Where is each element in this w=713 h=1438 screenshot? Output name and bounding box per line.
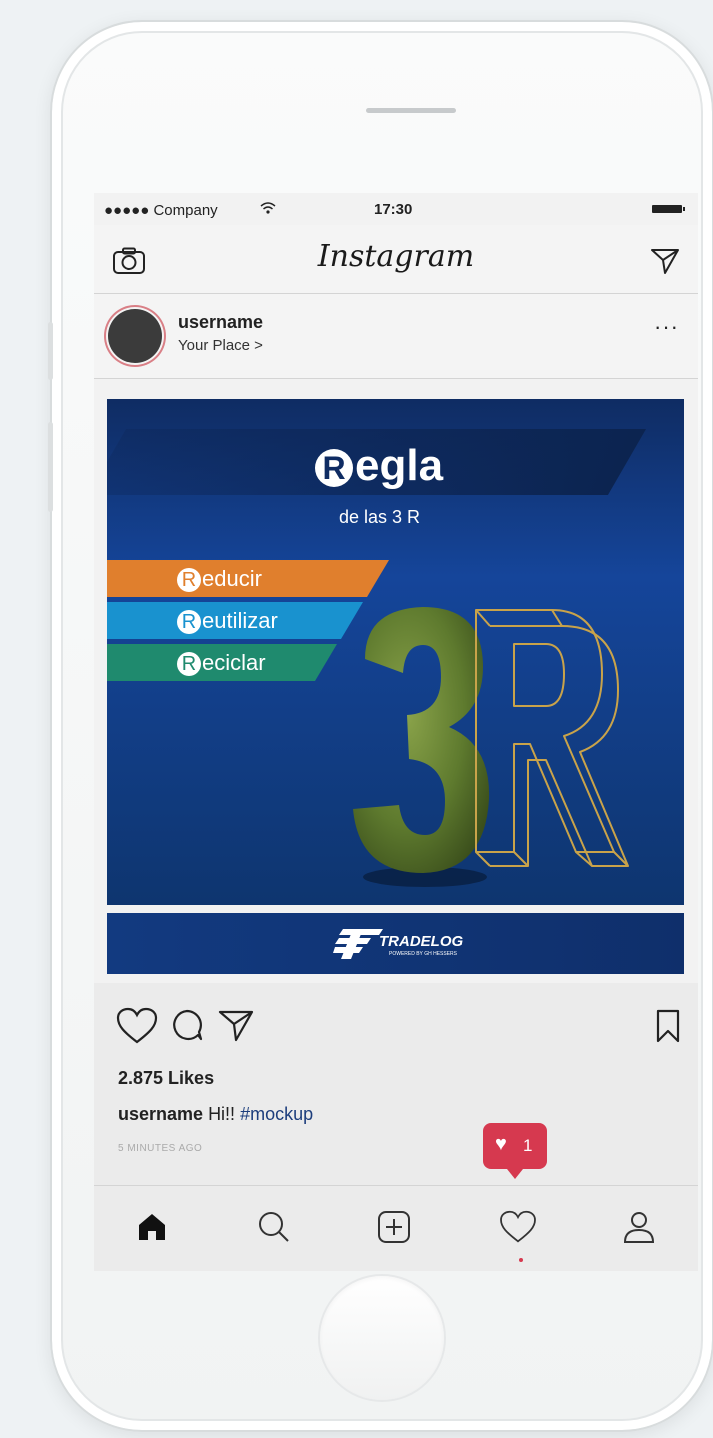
post-image[interactable]: Regla de las 3 R Reducir Reutilizar Reci… xyxy=(107,399,684,905)
clock: 17:30 xyxy=(374,201,413,218)
reutilizar-r-badge: R xyxy=(177,610,201,634)
avatar[interactable] xyxy=(108,309,162,363)
bottom-tab-bar xyxy=(94,1185,698,1271)
instagram-screen: ●●●●● Company 17:30 Instagram username Y… xyxy=(94,193,698,1271)
reducir-bar: Reducir xyxy=(107,560,389,597)
share-icon[interactable] xyxy=(218,1009,254,1043)
like-icon[interactable] xyxy=(116,1007,158,1045)
notification-badge[interactable]: ♥ 1 xyxy=(483,1123,547,1179)
reciclar-bar: Reciclar xyxy=(107,644,337,681)
reducir-label: educir xyxy=(202,566,262,591)
tradelog-logo-icon xyxy=(333,929,383,959)
caption-hashtag[interactable]: #mockup xyxy=(240,1104,313,1124)
reciclar-r-badge: R xyxy=(177,652,201,676)
caption-text: Hi!! xyxy=(208,1104,236,1124)
add-icon[interactable] xyxy=(377,1210,411,1244)
mute-switch xyxy=(48,322,53,380)
home-button[interactable] xyxy=(320,1276,444,1400)
caption-username[interactable]: username xyxy=(118,1104,203,1124)
top-nav-bar: Instagram xyxy=(94,225,698,294)
activity-dot xyxy=(519,1258,523,1262)
post-title: Regla xyxy=(315,441,443,491)
reutilizar-label: eutilizar xyxy=(202,608,278,633)
post-timestamp: 5 MINUTES AGO xyxy=(118,1143,203,1154)
home-icon[interactable] xyxy=(136,1210,168,1242)
battery-tip xyxy=(683,207,685,211)
likes-count[interactable]: 2.875 Likes xyxy=(118,1068,214,1089)
reciclar-label: eciclar xyxy=(202,650,266,675)
notification-heart-icon: ♥ xyxy=(495,1133,507,1155)
brand-band: TRADELOG POWERED BY GH HESSERS xyxy=(107,913,684,974)
comment-icon[interactable] xyxy=(170,1008,204,1042)
bookmark-icon[interactable] xyxy=(656,1009,680,1043)
activity-icon[interactable] xyxy=(499,1210,537,1244)
speaker-grille xyxy=(366,108,456,113)
reutilizar-bar: Reutilizar xyxy=(107,602,363,639)
carrier-label: ●●●●● Company xyxy=(104,202,218,219)
brand-tagline: POWERED BY GH HESSERS xyxy=(389,951,457,957)
volume-up-button xyxy=(48,422,53,512)
search-icon[interactable] xyxy=(257,1210,291,1244)
title-rest: egla xyxy=(355,441,444,490)
title-r-badge: R xyxy=(315,449,353,488)
post-actions: 2.875 Likes username Hi!! #mockup 5 MINU… xyxy=(94,983,698,1271)
post-subtitle: de las 3 R xyxy=(339,507,421,527)
wifi-icon xyxy=(260,202,276,214)
battery-icon xyxy=(652,205,682,213)
status-bar: ●●●●● Company 17:30 xyxy=(94,193,698,225)
post-location[interactable]: Your Place > xyxy=(178,337,263,354)
profile-icon[interactable] xyxy=(622,1210,656,1244)
gold-r-outline-graphic xyxy=(475,609,629,867)
brand-name: TRADELOG xyxy=(379,933,464,950)
send-icon[interactable] xyxy=(650,247,680,275)
post-caption: username Hi!! #mockup xyxy=(118,1104,313,1125)
more-options-icon[interactable]: ··· xyxy=(654,314,679,340)
notification-count: 1 xyxy=(523,1136,533,1155)
post-header: username Your Place > ··· xyxy=(94,294,698,379)
post-username[interactable]: username xyxy=(178,312,263,333)
reducir-r-badge: R xyxy=(177,568,201,592)
app-logo: Instagram xyxy=(317,239,475,274)
